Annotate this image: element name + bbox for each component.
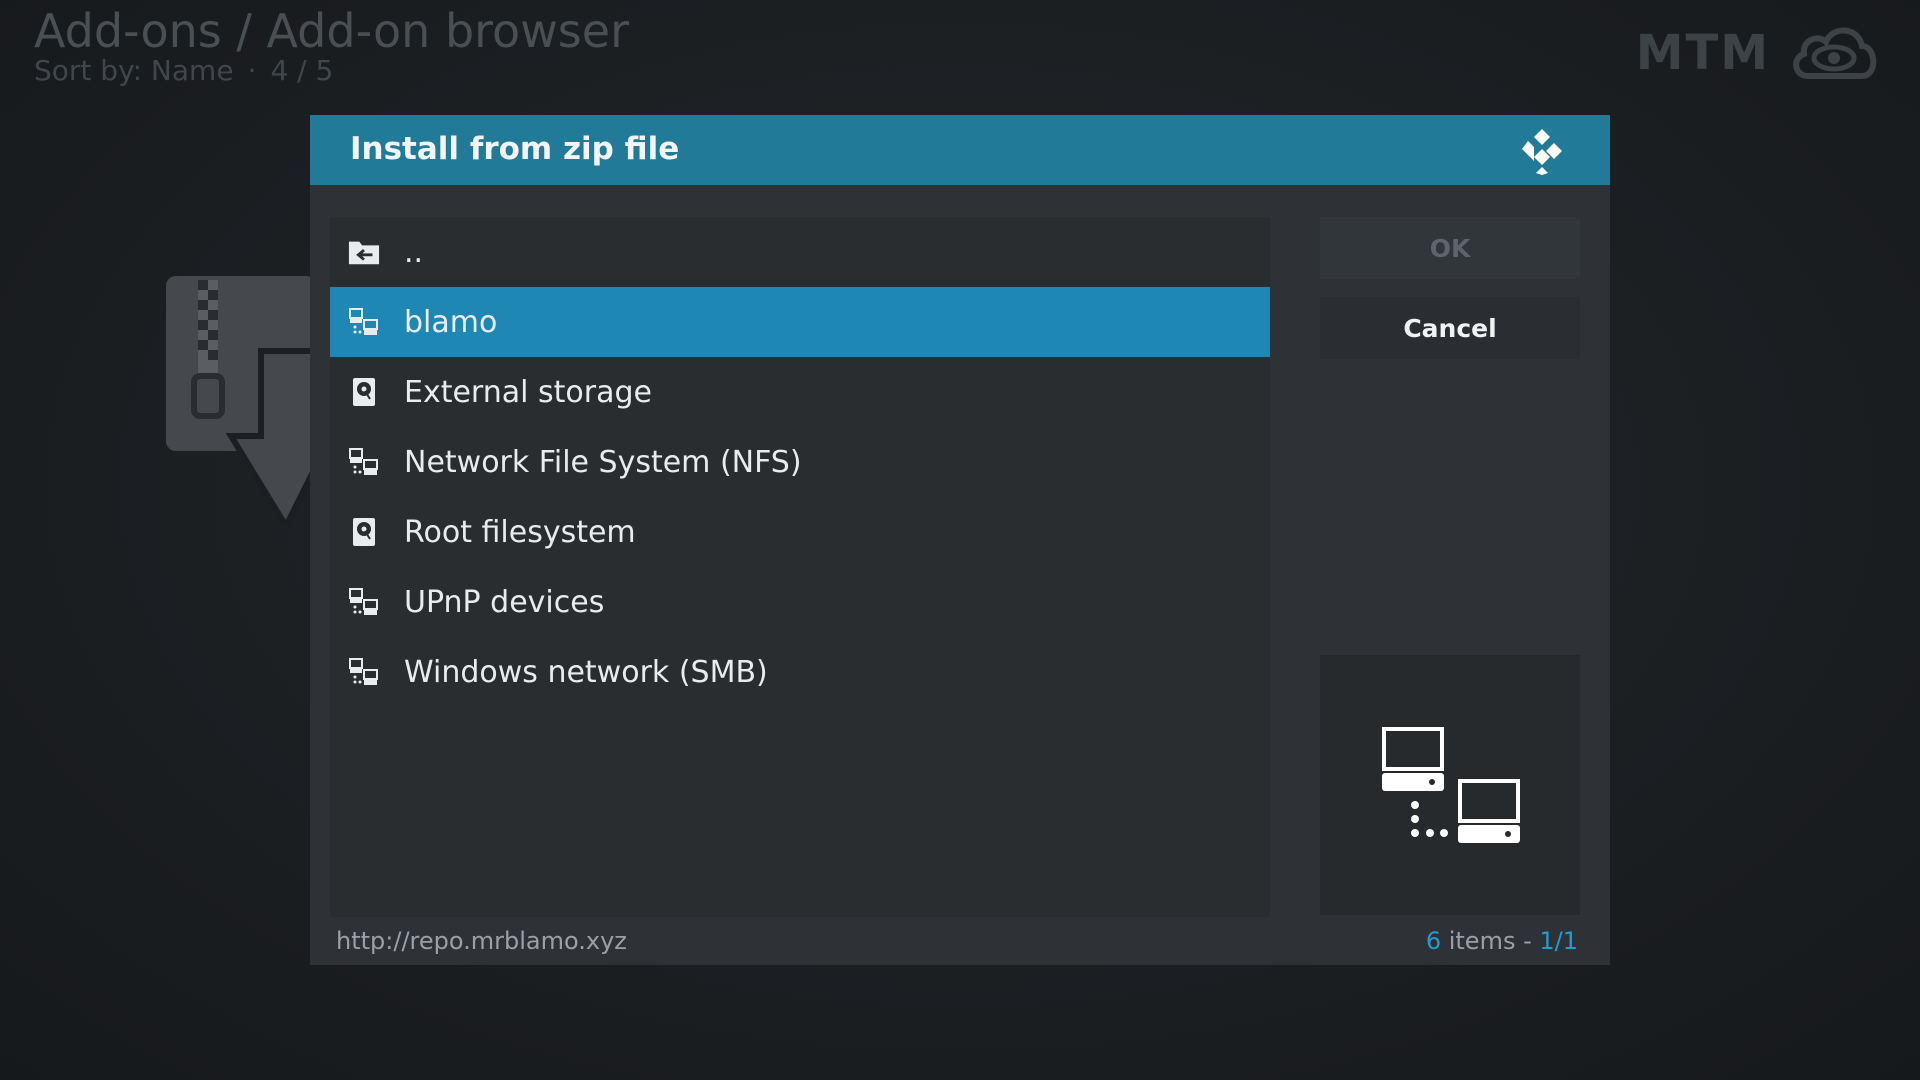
folder-back-icon	[348, 236, 380, 268]
brand-logo: MTM	[1636, 18, 1880, 88]
source-list: .. blamo External storage Network File S…	[330, 217, 1270, 917]
kodi-logo-icon	[1518, 127, 1566, 175]
hard-drive-icon	[348, 376, 380, 408]
ok-button[interactable]: OK	[1320, 217, 1580, 279]
hard-drive-icon	[348, 516, 380, 548]
list-item-nfs[interactable]: Network File System (NFS)	[330, 427, 1270, 497]
network-icon	[348, 306, 380, 338]
item-count-word: items -	[1441, 927, 1540, 955]
item-count-number: 6	[1425, 927, 1442, 955]
preview-thumbnail	[1320, 655, 1580, 915]
list-item-label: External storage	[404, 374, 652, 410]
dialog-title: Install from zip file	[350, 131, 680, 167]
list-item-label: blamo	[404, 304, 498, 340]
sort-info: Sort by: Name · 4 / 5	[34, 54, 333, 87]
separator-dot: ·	[247, 54, 257, 87]
network-large-icon	[1382, 727, 1520, 843]
list-item-label: Network File System (NFS)	[404, 444, 802, 480]
zip-install-background-icon	[166, 276, 319, 533]
list-item-parent[interactable]: ..	[330, 217, 1270, 287]
install-from-zip-dialog: Install from zip file .. blamo External …	[310, 115, 1610, 965]
list-item-label: Root filesystem	[404, 514, 636, 550]
network-icon	[348, 656, 380, 688]
page-indicator: 1/1	[1539, 927, 1578, 955]
list-item-external-storage[interactable]: External storage	[330, 357, 1270, 427]
page-title: Add-ons / Add-on browser	[34, 4, 629, 58]
list-item-smb[interactable]: Windows network (SMB)	[330, 637, 1270, 707]
current-path: http://repo.mrblamo.xyz	[336, 927, 627, 955]
dialog-header: Install from zip file	[310, 115, 1610, 185]
network-icon	[348, 586, 380, 618]
list-item-label: Windows network (SMB)	[404, 654, 768, 690]
item-count: 6 items - 1/1	[1426, 927, 1578, 955]
cloud-eye-icon	[1788, 18, 1880, 88]
cancel-button[interactable]: Cancel	[1320, 297, 1580, 359]
sort-label[interactable]: Sort by: Name	[34, 54, 234, 87]
brand-text: MTM	[1635, 25, 1770, 81]
list-item-blamo[interactable]: blamo	[330, 287, 1270, 357]
list-item-label: UPnP devices	[404, 584, 605, 620]
position-counter: 4 / 5	[270, 54, 334, 87]
list-item-label: ..	[404, 234, 424, 270]
network-icon	[348, 446, 380, 478]
list-item-root-filesystem[interactable]: Root filesystem	[330, 497, 1270, 567]
list-item-upnp[interactable]: UPnP devices	[330, 567, 1270, 637]
